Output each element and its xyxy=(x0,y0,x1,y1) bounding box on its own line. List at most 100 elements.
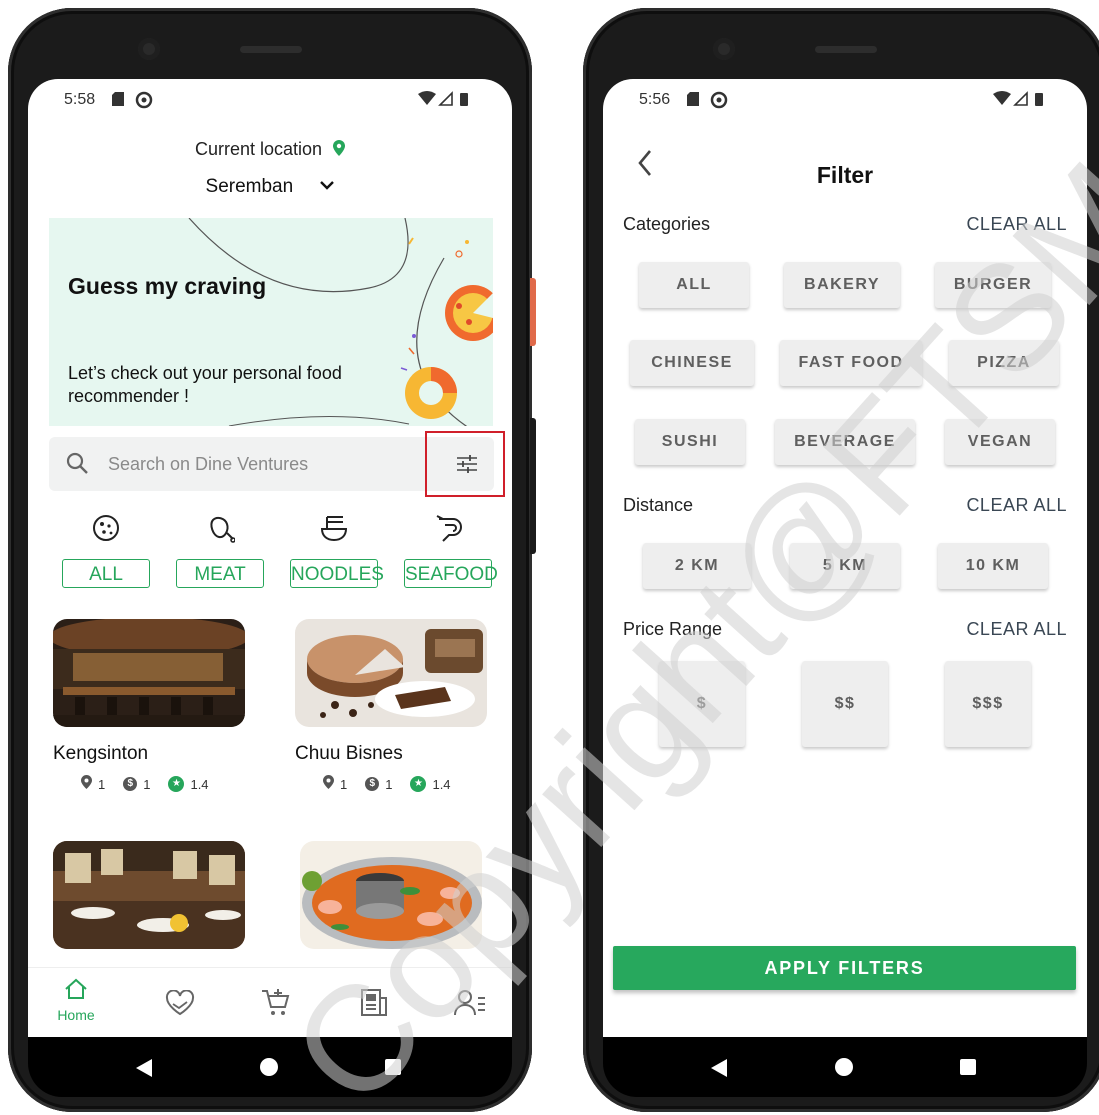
earpiece-speaker xyxy=(240,46,302,53)
search-input[interactable]: Search on Dine Ventures xyxy=(108,454,308,475)
chip-sushi[interactable]: SUSHI xyxy=(635,419,745,465)
chip-price-2[interactable]: $$ xyxy=(802,661,888,747)
restaurant-photo xyxy=(53,619,245,727)
status-time: 5:58 xyxy=(64,91,96,108)
earpiece-speaker xyxy=(815,46,877,53)
chip-vegan[interactable]: VEGAN xyxy=(945,419,1055,465)
category-label: SEAFOOD xyxy=(404,559,498,588)
nav-news[interactable] xyxy=(344,988,404,1023)
chip-beverage[interactable]: BEVERAGE xyxy=(775,419,915,465)
sim-card-icon xyxy=(112,92,124,106)
restaurant-name: Chuu Bisnes xyxy=(295,743,403,764)
volume-button xyxy=(530,418,536,554)
restaurant-card[interactable] xyxy=(300,841,500,949)
sliders-icon xyxy=(457,455,477,473)
price-value: 1 xyxy=(385,776,393,792)
chip-pizza[interactable]: PIZZA xyxy=(949,340,1059,386)
filter-button[interactable] xyxy=(425,431,505,497)
category-label: ALL xyxy=(62,559,150,588)
user-list-icon xyxy=(454,990,485,1016)
chip-5-km[interactable]: 5 KM xyxy=(790,543,900,589)
distance-value: 1 xyxy=(340,776,348,792)
recents-nav-icon[interactable] xyxy=(960,1059,976,1075)
chip-fast-food[interactable]: FAST FOOD xyxy=(780,340,922,386)
restaurant-meta: 1 $ 1 ★ 1.4 xyxy=(295,775,495,793)
chip-chinese[interactable]: CHINESE xyxy=(630,340,754,386)
location-pin-icon xyxy=(81,775,92,793)
page-title: Filter xyxy=(816,162,874,188)
home-screen: 5:58 Current location Seremban Guess my … xyxy=(28,79,512,1037)
banner-subtitle: Let’s check out your personal food recom… xyxy=(68,363,342,406)
restaurant-photo xyxy=(53,841,245,949)
chip-2-km[interactable]: 2 KM xyxy=(643,543,751,589)
restaurant-name: Kengsinton xyxy=(53,743,149,764)
back-nav-icon[interactable] xyxy=(136,1059,152,1077)
chip-price-1[interactable]: $ xyxy=(659,661,745,747)
chip-all[interactable]: ALL xyxy=(639,262,749,308)
nav-profile[interactable] xyxy=(440,988,500,1023)
current-location-text: Current location xyxy=(194,139,323,159)
restaurant-card[interactable]: Chuu Bisnes 1 $ 1 ★ 1.4 xyxy=(295,619,495,793)
price-coin-icon: $ xyxy=(365,777,380,791)
chip-price-3[interactable]: $$$ xyxy=(945,661,1031,747)
restaurant-card[interactable] xyxy=(53,841,253,949)
category-all[interactable]: ALL xyxy=(62,513,150,588)
home-nav-icon[interactable] xyxy=(835,1058,853,1076)
location-pin-icon xyxy=(333,140,346,156)
cookie-icon xyxy=(93,515,119,541)
distance-value: 1 xyxy=(98,776,106,792)
noodle-bowl-icon xyxy=(320,516,348,542)
heart-hands-icon xyxy=(165,989,195,1016)
nav-favorites[interactable] xyxy=(150,989,210,1021)
apply-filters-button[interactable]: APPLY FILTERS xyxy=(613,946,1076,990)
front-camera xyxy=(138,38,160,60)
city-selector[interactable]: Seremban xyxy=(28,176,512,198)
restaurant-meta: 1 $ 1 ★ 1.4 xyxy=(53,775,253,793)
chocolate-cake-image xyxy=(295,619,487,727)
chip-10-km[interactable]: 10 KM xyxy=(938,543,1048,589)
system-navigation-bar xyxy=(28,1037,512,1097)
categories-label: Categories xyxy=(623,214,711,234)
status-bar: 5:58 xyxy=(28,79,512,123)
front-camera xyxy=(713,38,735,60)
tom-yum-hotpot-image xyxy=(300,841,482,949)
system-navigation-bar xyxy=(603,1037,1087,1097)
restaurant-interior-image xyxy=(53,841,245,949)
bar-interior-image xyxy=(53,619,245,727)
restaurant-photo xyxy=(300,841,482,949)
banner-title: Guess my craving xyxy=(68,273,267,299)
home-nav-icon[interactable] xyxy=(260,1058,278,1076)
recommender-banner[interactable]: Guess my craving Let’s check out your pe… xyxy=(49,218,493,426)
clear-distance-button[interactable]: CLEAR ALL xyxy=(966,495,1067,516)
clear-categories-button[interactable]: CLEAR ALL xyxy=(966,214,1067,235)
category-label: NOODLES xyxy=(290,559,384,588)
data-saver-icon xyxy=(710,91,728,109)
phone-frame-right: 5:56 Filter Categories CLEAR ALL ALL BAK… xyxy=(583,8,1099,1112)
chip-bakery[interactable]: BAKERY xyxy=(784,262,900,308)
power-button xyxy=(530,278,536,346)
category-meat[interactable]: MEAT xyxy=(176,513,264,588)
nav-home[interactable]: Home xyxy=(46,978,106,1023)
back-nav-icon[interactable] xyxy=(711,1059,727,1077)
restaurant-card[interactable]: Kengsinton 1 $ 1 ★ 1.4 xyxy=(53,619,253,793)
restaurant-photo xyxy=(295,619,487,727)
shrimp-icon xyxy=(436,515,462,542)
nav-home-label: Home xyxy=(57,1007,95,1023)
category-noodles[interactable]: NOODLES xyxy=(290,513,384,588)
location-pin-icon xyxy=(323,775,334,793)
search-icon xyxy=(66,452,88,474)
clear-price-button[interactable]: CLEAR ALL xyxy=(966,619,1067,640)
nav-cart[interactable] xyxy=(246,988,306,1023)
rating-star-icon: ★ xyxy=(410,776,427,792)
category-seafood[interactable]: SEAFOOD xyxy=(404,513,498,588)
chip-burger[interactable]: BURGER xyxy=(935,262,1051,308)
recents-nav-icon[interactable] xyxy=(385,1059,401,1075)
add-to-cart-icon xyxy=(262,989,290,1015)
current-location-label: Current location xyxy=(28,139,512,160)
home-icon xyxy=(65,978,87,999)
data-saver-icon xyxy=(135,91,153,109)
price-coin-icon: $ xyxy=(123,777,138,791)
filter-screen: 5:56 Filter Categories CLEAR ALL ALL BAK… xyxy=(603,79,1087,1037)
newspaper-icon xyxy=(361,989,387,1016)
category-label: MEAT xyxy=(176,559,264,588)
